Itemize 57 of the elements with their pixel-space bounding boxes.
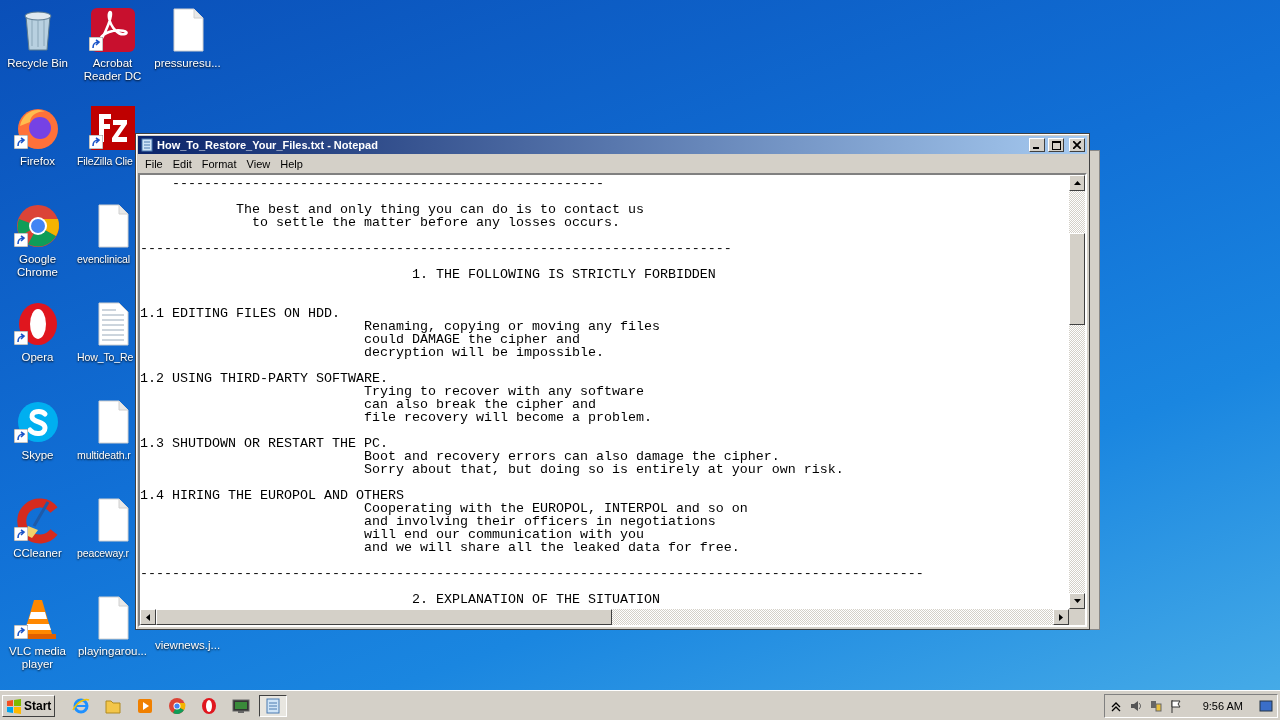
speaker-icon[interactable] xyxy=(1128,698,1143,713)
acrobat-icon[interactable] xyxy=(88,6,137,54)
scroll-up-button[interactable] xyxy=(1069,175,1085,191)
taskbar-button[interactable] xyxy=(259,694,288,717)
minimize-button[interactable] xyxy=(1029,138,1045,152)
menu-item[interactable]: Edit xyxy=(167,157,197,170)
left-arrow-icon xyxy=(146,613,150,621)
maximize-button[interactable] xyxy=(1048,138,1064,152)
close-button[interactable] xyxy=(1069,138,1085,152)
down-arrow-icon xyxy=(1073,599,1081,603)
desktop-icon-label[interactable]: playingarou... xyxy=(75,645,150,658)
desktop-icon-label[interactable]: Recycle Bin xyxy=(0,57,75,70)
menu-item[interactable]: File xyxy=(140,157,168,170)
scroll-thumb[interactable] xyxy=(156,609,612,625)
media-player-icon xyxy=(136,696,155,715)
notepad-icon xyxy=(140,138,154,152)
desktop-icon-label[interactable]: pressuresu... xyxy=(150,57,225,70)
chrome-icon xyxy=(168,696,187,715)
start-button[interactable]: Start xyxy=(2,694,56,717)
desktop-icon-label[interactable]: VLC media player xyxy=(0,645,75,671)
scroll-thumb[interactable] xyxy=(1069,233,1085,325)
menu-item[interactable]: Help xyxy=(275,157,308,170)
desktop-icon-label[interactable]: FileZilla Clie xyxy=(77,155,133,168)
vertical-scrollbar[interactable] xyxy=(1069,175,1085,609)
desktop-icon-label[interactable]: Opera xyxy=(0,351,75,364)
desktop-icon-label[interactable]: peaceway.r xyxy=(77,547,129,560)
notepad-icon xyxy=(264,696,283,715)
window-title: How_To_Restore_Your_Files.txt - Notepad xyxy=(157,139,379,151)
flag-icon[interactable] xyxy=(1168,698,1183,713)
desktop-icon-label[interactable]: evenclinical xyxy=(77,253,131,266)
desktop-icon-label[interactable]: multideath.r xyxy=(77,449,131,462)
show-desktop-button[interactable] xyxy=(1259,698,1273,713)
monitor-icon xyxy=(232,696,251,715)
right-arrow-icon xyxy=(1059,613,1063,621)
resize-grip[interactable] xyxy=(1069,609,1085,625)
start-logo-icon xyxy=(6,697,22,714)
horizontal-scrollbar[interactable] xyxy=(140,609,1069,625)
desktop-icon-label[interactable]: Google Chrome xyxy=(0,253,75,279)
network-icon[interactable] xyxy=(1148,698,1163,713)
desktop-icon-label[interactable]: Firefox xyxy=(0,155,75,168)
desktop-icon-label[interactable]: Acrobat Reader DC xyxy=(75,57,150,83)
scroll-left-button[interactable] xyxy=(140,609,156,625)
desktop-icon-label[interactable]: CCleaner xyxy=(0,547,75,560)
desktop-icon-label[interactable]: viewnews.j... xyxy=(150,639,225,652)
menu-item[interactable]: Format xyxy=(196,157,242,170)
filezilla-icon[interactable] xyxy=(88,104,137,152)
menu-item[interactable]: View xyxy=(241,157,276,170)
desktop-icon-label[interactable]: How_To_Re xyxy=(77,351,134,364)
maximize-icon xyxy=(1051,140,1061,150)
desktop-icon-label[interactable]: Skype xyxy=(0,449,75,462)
scroll-right-button[interactable] xyxy=(1053,609,1069,625)
scroll-down-button[interactable] xyxy=(1069,593,1085,609)
clock-time[interactable]: 9:56 AM xyxy=(1202,699,1243,712)
close-icon xyxy=(1073,141,1081,149)
up-arrow-icon xyxy=(1073,181,1081,185)
opera-icon xyxy=(200,696,219,715)
internet-explorer-icon xyxy=(72,696,91,715)
